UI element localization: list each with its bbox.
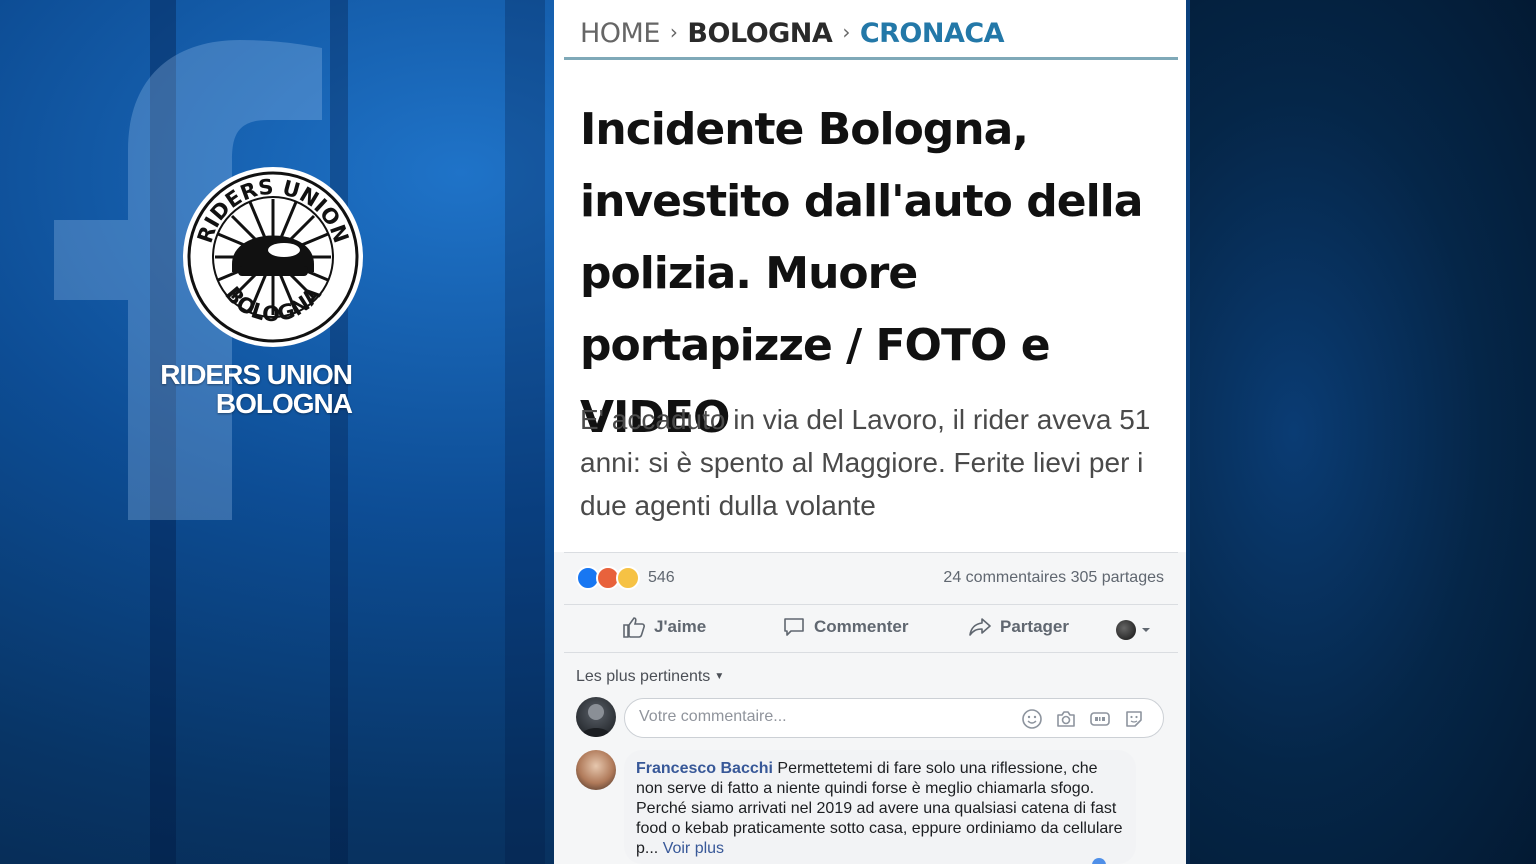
sort-label: Les plus pertinents — [576, 668, 711, 685]
facebook-post-card: HOME › BOLOGNA › CRONACA Incidente Bologna, … — [554, 0, 1186, 864]
like-button[interactable]: J'aime — [622, 616, 706, 638]
breadcrumb-city[interactable]: BOLOGNA — [687, 18, 832, 49]
article-subtitle: E' accaduto in via del Lavoro, il rider … — [580, 404, 1151, 521]
article-preview[interactable]: HOME › BOLOGNA › CRONACA Incidente Bologna, … — [554, 0, 1186, 552]
logo-caption: RIDERS UNION BOLOGNA — [120, 359, 353, 419]
comments-count[interactable]: 24 commentaires — [943, 569, 1066, 586]
background-panel-right — [1190, 0, 1536, 864]
camera-icon[interactable] — [1055, 708, 1077, 730]
like-label: J'aime — [654, 617, 707, 636]
comment-button[interactable]: Commenter — [782, 616, 908, 638]
breadcrumb-separator-icon: › — [669, 20, 678, 44]
comment-composer[interactable] — [624, 698, 1164, 738]
breadcrumb-underline — [564, 57, 1178, 60]
reaction-count: 546 — [648, 569, 675, 586]
current-user-avatar[interactable] — [576, 697, 616, 737]
share-label: Partager — [1000, 617, 1069, 636]
breadcrumb-home[interactable]: HOME — [580, 18, 660, 49]
comment-label: Commenter — [814, 617, 909, 636]
comment-author[interactable]: Francesco Bacchi — [636, 760, 773, 777]
avatar — [1116, 620, 1136, 640]
shares-count[interactable]: 305 partages — [1071, 569, 1164, 586]
chevron-down-icon — [1142, 628, 1150, 632]
logo-caption-line: RIDERS UNION — [160, 359, 353, 390]
sticker-icon[interactable] — [1123, 708, 1145, 730]
caret-down-icon: ▼ — [714, 671, 725, 682]
divider — [564, 652, 1178, 653]
comment-icon — [784, 618, 804, 636]
breadcrumb: HOME › BOLOGNA › CRONACA — [580, 18, 1005, 49]
share-icon — [969, 618, 991, 636]
gif-icon[interactable] — [1089, 708, 1111, 730]
comment-input[interactable] — [639, 708, 999, 726]
comment-bubble: Francesco Bacchi Permettetemi di fare so… — [624, 750, 1136, 864]
breadcrumb-section[interactable]: CRONACA — [860, 18, 1005, 49]
sad-reaction-icon — [616, 566, 640, 590]
logo-caption-line: BOLOGNA — [215, 388, 353, 419]
emoji-icon[interactable] — [1021, 708, 1043, 730]
comment-sort-dropdown[interactable]: Les plus pertinents ▼ — [576, 668, 724, 686]
post-actions: J'aime Commenter Partager — [554, 608, 1186, 650]
share-button[interactable]: Partager — [968, 616, 1069, 638]
user-silhouette-icon — [581, 704, 611, 737]
breadcrumb-separator-icon: › — [842, 20, 850, 44]
engagement-counts: 24 commentaires 305 partages — [943, 569, 1164, 587]
thumbs-up-icon — [623, 617, 645, 638]
background-stripe — [505, 0, 545, 864]
divider — [564, 552, 1178, 553]
commenter-avatar[interactable] — [576, 750, 616, 790]
divider — [564, 604, 1178, 605]
see-more-link[interactable]: Voir plus — [663, 840, 724, 857]
riders-union-logo: RIDERS UNION BOLOGNA — [183, 167, 363, 347]
post-as-selector[interactable] — [1116, 620, 1152, 640]
